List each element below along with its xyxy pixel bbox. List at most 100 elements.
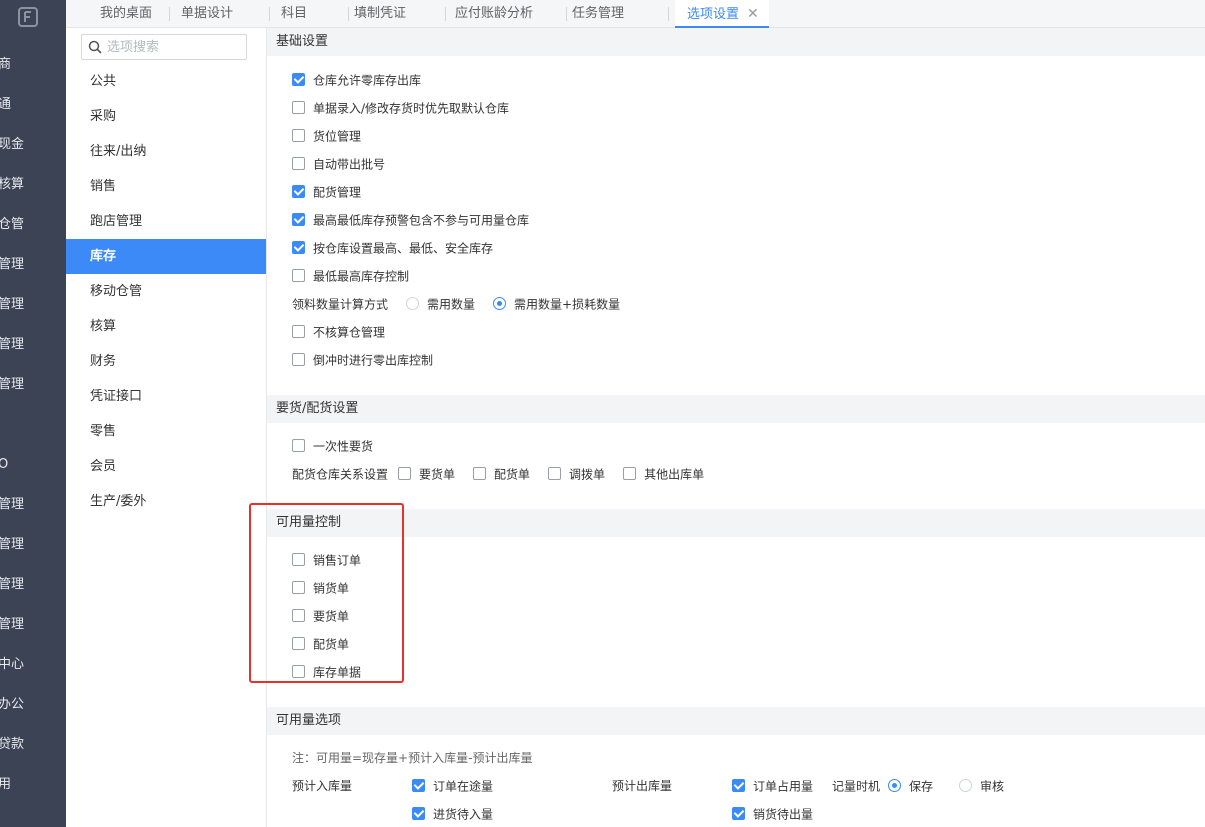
checkbox[interactable] [292, 439, 305, 452]
option-bin-management[interactable]: 货位管理 [292, 127, 361, 145]
menu-item-production[interactable]: 生产/委外 [66, 484, 266, 519]
tab-task-manage[interactable]: 任务管理 [566, 0, 630, 28]
search-input[interactable] [107, 38, 243, 56]
checkbox[interactable] [292, 553, 305, 566]
tab-payable-aging[interactable]: 应付账龄分析 [449, 0, 539, 28]
tab-desktop[interactable]: 我的桌面 [94, 0, 158, 28]
menu-item-store-visit[interactable]: 跑店管理 [66, 204, 266, 239]
checkbox[interactable] [292, 637, 305, 650]
nav-item[interactable]: 管理 [0, 535, 62, 555]
checkbox-other-outbound[interactable] [623, 467, 637, 480]
menu-item-public[interactable]: 公共 [66, 64, 266, 99]
section-request-title: 要货/配货设置 [267, 395, 1205, 423]
checkbox[interactable] [292, 129, 305, 142]
nav-item[interactable]: 办公 [0, 695, 62, 715]
option-auto-batch[interactable]: 自动带出批号 [292, 155, 385, 173]
checkbox[interactable] [292, 325, 305, 338]
checkbox[interactable] [412, 807, 425, 820]
control-distribution-order[interactable]: 配货单 [292, 635, 349, 653]
nav-item[interactable]: 现金 [0, 135, 62, 155]
checkbox[interactable] [292, 157, 305, 170]
checkbox[interactable] [292, 73, 305, 86]
option-warehouse-safety-stock[interactable]: 按仓库设置最高、最低、安全库存 [292, 239, 493, 257]
option-order-occupied[interactable]: 订单占用量 [732, 777, 813, 795]
nav-item[interactable]: 管理 [0, 295, 62, 315]
tab-separator [445, 7, 446, 21]
nav-item[interactable]: 管理 [0, 335, 62, 355]
menu-item-finance[interactable]: 财务 [66, 344, 266, 379]
nav-item[interactable]: 中心 [0, 655, 62, 675]
radio-required-plus-loss[interactable] [493, 297, 507, 310]
checkbox[interactable] [292, 581, 305, 594]
menu-item-inventory[interactable]: 库存 [66, 239, 266, 274]
control-sales-bill[interactable]: 销货单 [292, 579, 349, 597]
record-timing: 记量时机 保存 审核 [832, 779, 1005, 794]
nav-item[interactable]: 核算 [0, 175, 62, 195]
radio-save[interactable] [888, 779, 902, 792]
nav-item[interactable]: 仓管 [0, 215, 62, 235]
tab-subject[interactable]: 科目 [275, 0, 313, 28]
checkbox[interactable] [412, 779, 425, 792]
tab-voucher[interactable]: 填制凭证 [348, 0, 412, 28]
checkbox[interactable] [292, 213, 305, 226]
material-calc-label: 领料数量计算方式 [292, 297, 389, 312]
checkbox[interactable] [292, 269, 305, 282]
nav-item[interactable]: 通 [0, 95, 62, 115]
control-sales-order[interactable]: 销售订单 [292, 551, 361, 569]
nav-item[interactable]: 管理 [0, 255, 62, 275]
option-backflush-zero-out[interactable]: 倒冲时进行零出库控制 [292, 351, 433, 369]
checkbox[interactable] [292, 665, 305, 678]
menu-item-purchase[interactable]: 采购 [66, 99, 266, 134]
nav-item[interactable]: 管理 [0, 375, 62, 395]
option-default-warehouse[interactable]: 单据录入/修改存货时优先取默认仓库 [292, 99, 509, 117]
menu-item-retail[interactable]: 零售 [66, 414, 266, 449]
option-one-time-request[interactable]: 一次性要货 [292, 437, 373, 455]
material-calc-method: 领料数量计算方式 需用数量 需用数量+损耗数量 [292, 297, 621, 312]
tab-form-design[interactable]: 单据设计 [175, 0, 239, 28]
nav-item[interactable]: 商 [0, 55, 62, 75]
menu-item-member[interactable]: 会员 [66, 449, 266, 484]
radio-required-qty[interactable] [406, 297, 420, 310]
checkbox-distribution-order[interactable] [473, 467, 487, 480]
menu-item-voucher-interface[interactable]: 凭证接口 [66, 379, 266, 414]
menu-item-sales[interactable]: 销售 [66, 169, 266, 204]
checkbox[interactable] [292, 241, 305, 254]
option-distribution-management[interactable]: 配货管理 [292, 183, 361, 201]
checkbox[interactable] [292, 185, 305, 198]
options-content: 基础设置 仓库允许零库存出库 单据录入/修改存货时优先取默认仓库 货位管理 自动… [267, 28, 1205, 827]
menu-item-ar-cashier[interactable]: 往来/出纳 [66, 134, 266, 169]
radio-review[interactable] [959, 779, 973, 792]
close-icon[interactable]: ✕ [747, 6, 759, 22]
nav-item[interactable]: 用 [0, 775, 62, 795]
checkbox-transfer-order[interactable] [548, 467, 562, 480]
tab-separator [269, 7, 270, 21]
checkbox[interactable] [292, 353, 305, 366]
option-minmax-warning[interactable]: 最高最低库存预警包含不参与可用量仓库 [292, 211, 529, 229]
app-logo-icon[interactable] [18, 7, 38, 27]
tab-separator [668, 7, 669, 21]
checkbox[interactable] [732, 807, 745, 820]
menu-item-accounting[interactable]: 核算 [66, 309, 266, 344]
checkbox[interactable] [732, 779, 745, 792]
option-minmax-control[interactable]: 最低最高库存控制 [292, 267, 409, 285]
nav-item[interactable]: 贷款 [0, 735, 62, 755]
nav-item[interactable]: 管理 [0, 575, 62, 595]
nav-item[interactable]: O [0, 455, 62, 475]
nav-item[interactable]: 管理 [0, 495, 62, 515]
checkbox[interactable] [292, 609, 305, 622]
menu-item-mobile-warehouse[interactable]: 移动仓管 [66, 274, 266, 309]
option-order-in-transit[interactable]: 订单在途量 [412, 777, 493, 795]
search-box [81, 34, 247, 60]
tab-options[interactable]: 选项设置 ✕ [675, 0, 769, 28]
option-zero-stock-out[interactable]: 仓库允许零库存出库 [292, 71, 421, 89]
option-purchase-pending-in[interactable]: 进货待入量 [412, 805, 493, 823]
nav-item[interactable]: 管理 [0, 615, 62, 635]
control-inventory-document[interactable]: 库存单据 [292, 663, 361, 681]
checkbox[interactable] [292, 101, 305, 114]
expected-out-label: 预计出库量 [612, 779, 673, 793]
control-request-order[interactable]: 要货单 [292, 607, 349, 625]
option-no-costing-warehouse[interactable]: 不核算仓管理 [292, 323, 385, 341]
option-sales-pending-out[interactable]: 销货待出量 [732, 805, 813, 823]
checkbox-request-order[interactable] [398, 467, 412, 480]
section-availability-control-title: 可用量控制 [267, 509, 1205, 537]
